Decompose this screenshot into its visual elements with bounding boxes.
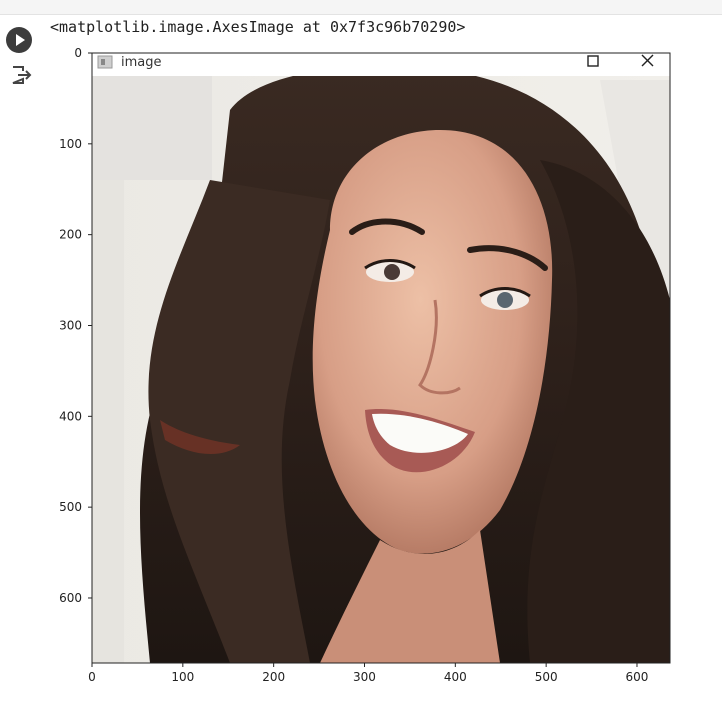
y-tick-label: 300 (59, 318, 82, 332)
portrait-image (92, 53, 670, 663)
matplotlib-figure: image 0 100 200 300 400 500 600 0 100 200 300 400 5… (59, 46, 671, 684)
y-axis: 0 100 200 300 400 500 600 (59, 46, 92, 605)
y-tick-label: 400 (59, 409, 82, 423)
x-axis: 0 100 200 300 400 500 600 (88, 663, 648, 684)
x-tick-label: 300 (353, 670, 376, 684)
x-tick-label: 500 (535, 670, 558, 684)
y-tick-label: 600 (59, 591, 82, 605)
x-tick-label: 100 (171, 670, 194, 684)
y-tick-label: 100 (59, 137, 82, 151)
x-tick-label: 0 (88, 670, 96, 684)
x-tick-label: 200 (262, 670, 285, 684)
y-tick-label: 500 (59, 500, 82, 514)
y-tick-label: 200 (59, 228, 82, 242)
y-tick-label: 0 (74, 46, 82, 60)
image-window-icon (97, 55, 113, 69)
x-tick-label: 400 (444, 670, 467, 684)
image-window-titlebar: image (92, 53, 670, 76)
window-title: image (121, 55, 162, 70)
x-tick-label: 600 (626, 670, 649, 684)
